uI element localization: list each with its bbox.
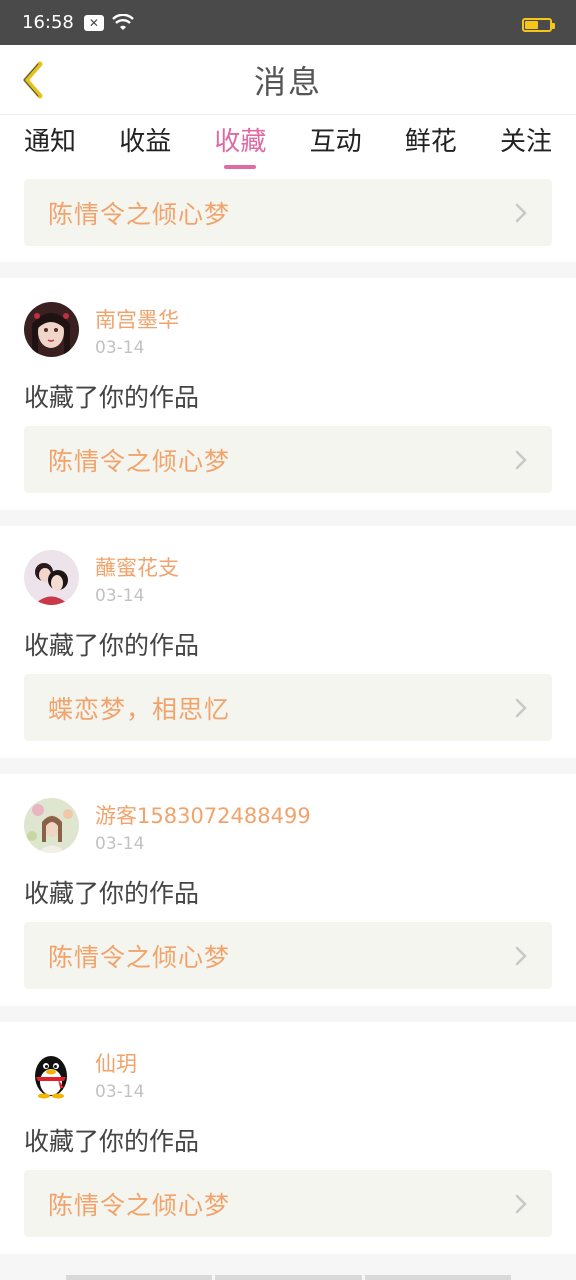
message-item: 仙玥 03-14 收藏了你的作品 陈情令之倾心梦 <box>0 1022 576 1254</box>
divider <box>0 510 576 526</box>
active-tab-indicator <box>224 165 257 169</box>
tab-follows[interactable]: 关注 <box>500 115 552 175</box>
tab-label: 互动 <box>309 127 362 157</box>
work-card[interactable]: 蝶恋梦，相思忆 <box>24 674 552 741</box>
username[interactable]: 蘸蜜花支 <box>95 552 179 582</box>
work-title: 陈情令之倾心梦 <box>48 942 231 972</box>
message-date: 03-14 <box>95 834 145 854</box>
tab-label: 收益 <box>119 127 172 157</box>
message-date: 03-14 <box>95 586 145 606</box>
tab-flowers[interactable]: 鲜花 <box>405 115 457 175</box>
tab-bar: 通知 收益 收藏 互动 鲜花 关注 <box>0 115 576 175</box>
battery-icon <box>522 18 555 32</box>
girl-portrait-avatar <box>24 302 79 357</box>
chevron-right-icon <box>515 203 527 222</box>
tab-notifications[interactable]: 通知 <box>24 115 76 175</box>
tab-interactions[interactable]: 互动 <box>310 115 362 175</box>
message-action: 收藏了你的作品 <box>24 879 200 908</box>
tab-label: 通知 <box>24 127 77 157</box>
work-card[interactable]: 陈情令之倾心梦 <box>24 426 552 493</box>
message-date: 03-14 <box>95 1082 145 1102</box>
chevron-right-icon <box>515 698 527 717</box>
chevron-right-icon <box>515 946 527 965</box>
message-item: 南宫墨华 03-14 收藏了你的作品 陈情令之倾心梦 <box>0 278 576 510</box>
message-action: 收藏了你的作品 <box>24 631 200 660</box>
work-title: 蝶恋梦，相思忆 <box>48 694 231 724</box>
username[interactable]: 游客1583072488499 <box>95 800 311 830</box>
message-item: 蘸蜜花支 03-14 收藏了你的作品 蝶恋梦，相思忆 <box>0 526 576 758</box>
couple-avatar <box>24 550 79 605</box>
flower-girl-avatar <box>24 798 79 853</box>
status-bar: 16:58 ✕ <box>0 0 576 45</box>
x-box-icon: ✕ <box>83 14 104 31</box>
username[interactable]: 南宫墨华 <box>95 304 179 334</box>
message-date: 03-14 <box>95 338 145 358</box>
work-title: 陈情令之倾心梦 <box>48 446 231 476</box>
gesture-bar[interactable] <box>66 1275 511 1280</box>
chevron-right-icon <box>515 450 527 469</box>
message-item: 游客1583072488499 03-14 收藏了你的作品 陈情令之倾心梦 <box>0 774 576 1006</box>
username[interactable]: 仙玥 <box>95 1048 137 1078</box>
tab-favorites[interactable]: 收藏 <box>214 115 266 175</box>
message-action: 收藏了你的作品 <box>24 1127 200 1156</box>
avatar[interactable] <box>24 302 79 357</box>
status-time: 16:58 <box>22 12 74 33</box>
tab-earnings[interactable]: 收益 <box>119 115 171 175</box>
divider <box>0 262 576 278</box>
back-button[interactable] <box>12 55 52 105</box>
tab-label: 鲜花 <box>404 127 457 157</box>
tab-label: 收藏 <box>214 127 267 157</box>
avatar[interactable] <box>24 1046 79 1101</box>
avatar[interactable] <box>24 550 79 605</box>
chevron-right-icon <box>515 1194 527 1213</box>
tab-label: 关注 <box>499 127 552 157</box>
avatar[interactable] <box>24 798 79 853</box>
work-card[interactable]: 陈情令之倾心梦 <box>24 1170 552 1237</box>
message-action: 收藏了你的作品 <box>24 383 200 412</box>
qq-penguin-avatar <box>24 1046 79 1101</box>
work-card[interactable]: 陈情令之倾心梦 <box>24 922 552 989</box>
divider <box>0 1006 576 1022</box>
divider <box>0 758 576 774</box>
work-title: 陈情令之倾心梦 <box>48 199 231 229</box>
work-card[interactable]: 陈情令之倾心梦 <box>24 179 552 246</box>
chevron-left-icon <box>23 61 43 99</box>
nav-bar: 消息 <box>0 45 576 115</box>
page-title: 消息 <box>253 62 322 101</box>
work-title: 陈情令之倾心梦 <box>48 1190 231 1220</box>
wifi-icon <box>112 13 134 30</box>
